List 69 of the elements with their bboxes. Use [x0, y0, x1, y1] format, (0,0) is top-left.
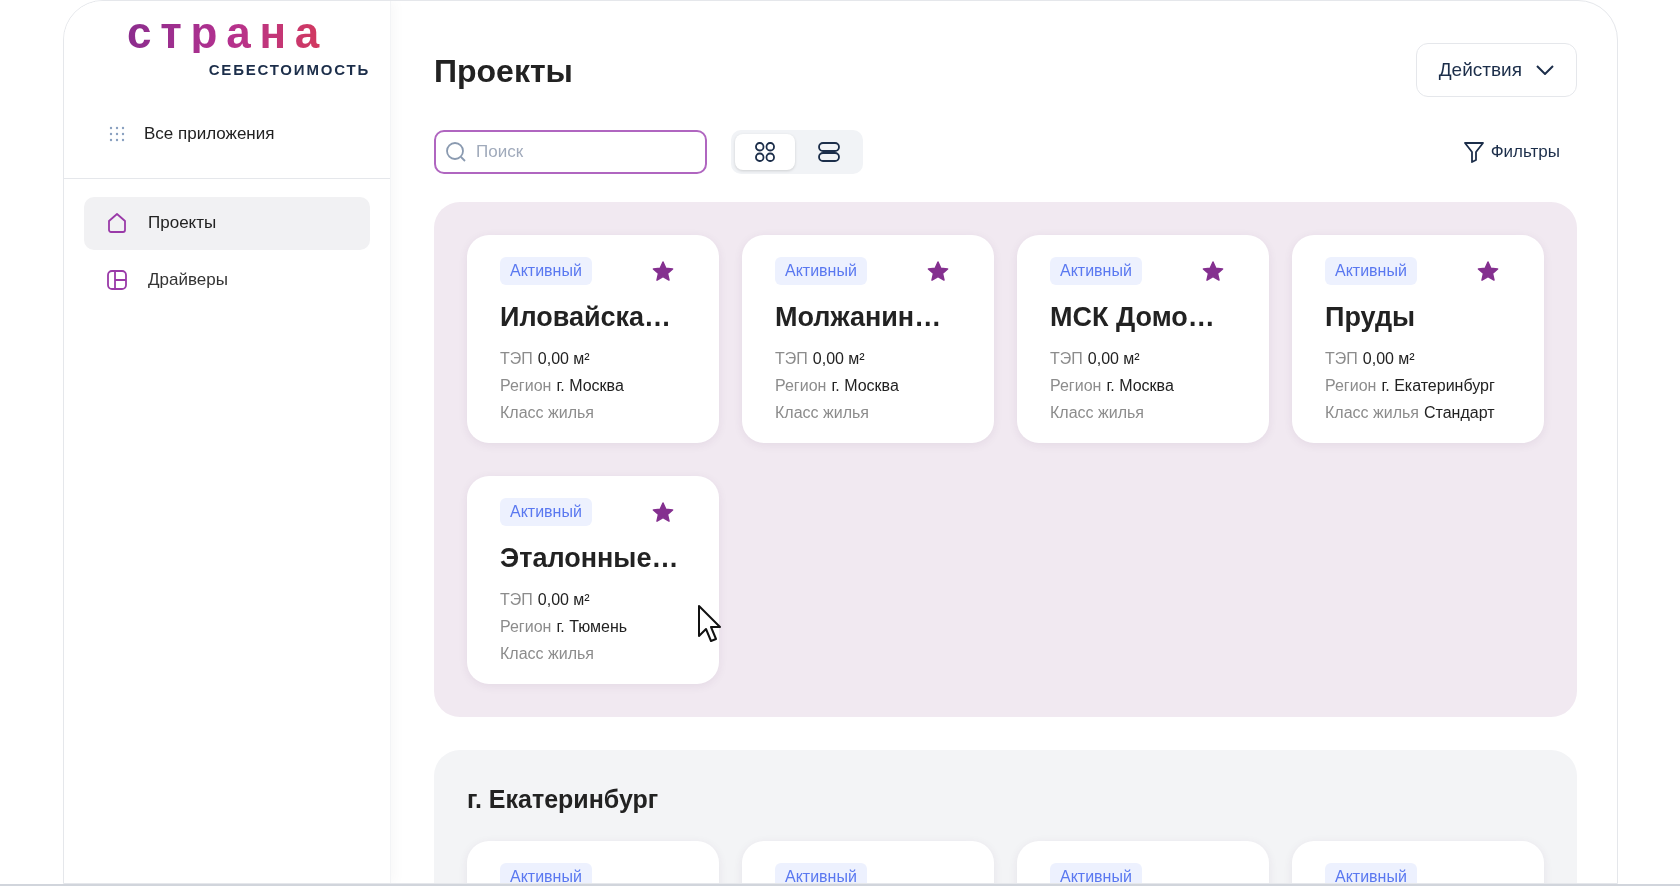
field-label: ТЭП	[500, 589, 533, 610]
search-field[interactable]: Поиск	[434, 130, 707, 174]
project-card[interactable]: Активный Молжанин… ТЭП 0,00 м² Регион г. Москва Класс жилья	[742, 235, 994, 443]
grid-view-button[interactable]	[735, 134, 795, 170]
project-card[interactable]: Активный МСК Домо… ТЭП 0,00 м² Регион г. Москва Класс жилья	[1017, 235, 1269, 443]
page-title: Проекты	[434, 52, 573, 91]
status-badge: Активный	[1325, 862, 1417, 883]
status-badge: Активный	[500, 498, 592, 526]
project-title: Пруды	[1325, 301, 1417, 334]
field-value: 0,00 м²	[1087, 348, 1140, 369]
field-label: ТЭП	[1325, 348, 1358, 369]
status-badge: Активный	[775, 257, 867, 285]
status-badge: Активный	[500, 257, 592, 285]
status-badge: Активный	[775, 862, 867, 883]
star-icon[interactable]	[652, 260, 674, 282]
field-value: г. Екатеринбург	[1381, 375, 1495, 396]
field-label: ТЭП	[500, 348, 533, 369]
star-icon[interactable]	[927, 260, 949, 282]
field-label: Регион	[775, 375, 827, 396]
field-value: 0,00 м²	[537, 589, 590, 610]
search-icon	[445, 141, 467, 163]
field-value: 0,00 м²	[537, 348, 590, 369]
apps-grid-icon	[108, 124, 126, 143]
field-value: Стандарт	[1424, 402, 1495, 423]
field-label: Регион	[500, 375, 552, 396]
chevron-down-icon	[1536, 65, 1554, 75]
field-value: г. Москва	[1106, 375, 1174, 396]
star-icon[interactable]	[1202, 260, 1224, 282]
star-icon[interactable]	[1477, 260, 1499, 282]
field-value: 0,00 м²	[1362, 348, 1415, 369]
filter-icon	[1462, 141, 1485, 163]
all-apps-link[interactable]: Все приложения	[108, 113, 346, 154]
layout-icon	[106, 269, 128, 291]
group-title: г. Екатеринбург	[467, 784, 660, 815]
project-card[interactable]: Активный Пруды ТЭП 0,00 м² Регион г. Екатеринбург Класс жилья Стандарт	[1292, 235, 1544, 443]
mouse-pointer-icon	[697, 604, 723, 644]
star-icon[interactable]	[652, 501, 674, 523]
status-badge: Активный	[1325, 257, 1417, 285]
project-title: Эталонные…	[500, 542, 680, 575]
logo-subtitle: СЕБЕСТОИМОСТЬ	[208, 60, 370, 80]
field-label: Класс жилья	[500, 643, 594, 664]
field-label: Класс жилья	[1325, 402, 1419, 423]
field-label: ТЭП	[775, 348, 808, 369]
project-title: Иловайска…	[500, 301, 673, 334]
field-value: г. Москва	[831, 375, 899, 396]
status-badge: Активный	[1050, 862, 1142, 883]
status-badge: Активный	[1050, 257, 1142, 285]
field-value: г. Москва	[556, 375, 624, 396]
filters-button[interactable]: Фильтры	[1462, 139, 1560, 165]
field-label: Класс жилья	[1050, 402, 1144, 423]
project-card[interactable]: Активный Эталонные… ТЭП 0,00 м² Регион г. Тюмень Класс жилья	[467, 476, 719, 684]
field-value: г. Тюмень	[556, 616, 628, 637]
field-label: Класс жилья	[500, 402, 594, 423]
actions-button[interactable]: Действия	[1415, 43, 1577, 97]
field-label: Регион	[1325, 375, 1377, 396]
field-label: Класс жилья	[775, 402, 869, 423]
nav-item[interactable]: Проекты	[84, 196, 370, 250]
project-title: Молжанин…	[775, 301, 943, 334]
field-label: ТЭП	[1050, 348, 1083, 369]
rows-icon	[818, 141, 840, 163]
nav-item[interactable]: Драйверы	[84, 253, 370, 307]
grid-icon	[754, 141, 776, 163]
field-label: Регион	[1050, 375, 1102, 396]
field-value: 0,00 м²	[812, 348, 865, 369]
home-icon	[106, 212, 128, 234]
project-title: МСК Домо…	[1050, 301, 1216, 334]
status-badge: Активный	[500, 862, 592, 883]
project-card[interactable]: Активный Иловайска… ТЭП 0,00 м² Регион г. Москва Класс жилья	[467, 235, 719, 443]
field-label: Регион	[500, 616, 552, 637]
